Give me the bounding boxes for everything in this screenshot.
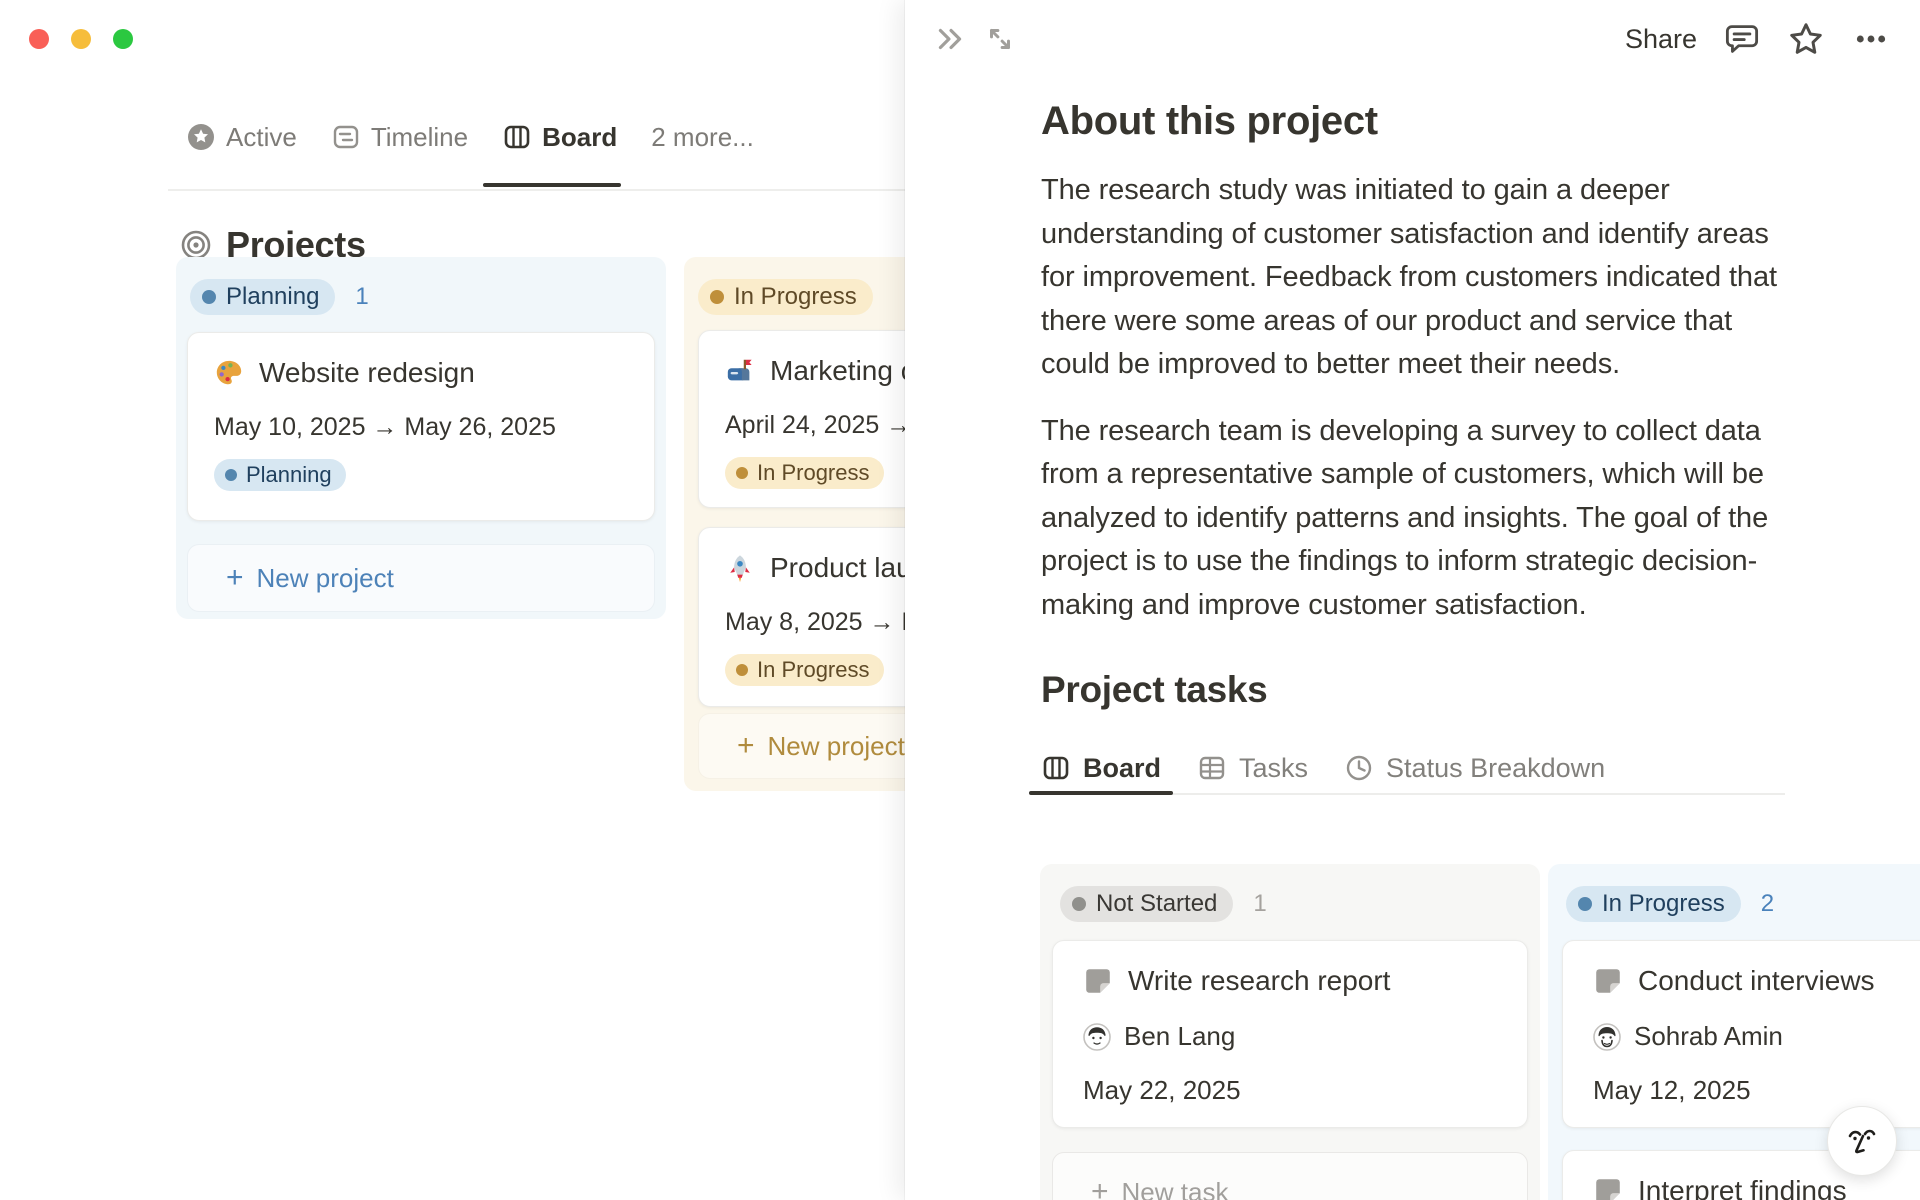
board-icon [502,122,532,152]
side-peek-panel: Share About this project The research st… [905,0,1920,1200]
tab-timeline-view[interactable]: Timeline [331,122,468,153]
tab-label: 2 more... [651,121,754,152]
card-title: Website redesign [259,357,475,388]
note-icon [1593,1176,1623,1200]
avatar-ben-lang [1083,1022,1111,1051]
minimize-window-button[interactable] [71,29,91,49]
card-title: Interpret findings [1638,1175,1847,1200]
new-task-button[interactable]: + New task [1052,1152,1528,1200]
database-view-tabs: Active Timeline Board 2 more... [186,113,754,161]
window-controls [29,29,133,49]
column-header[interactable]: In Progress 2 [1566,886,1775,923]
tab-board-view[interactable]: Board [1028,743,1174,795]
notion-ai-button[interactable] [1827,1106,1897,1176]
tab-label: Board [542,121,618,152]
favorite-star-icon[interactable] [1787,20,1825,58]
column-count: 1 [355,283,369,311]
card-title: Marketing c [770,355,915,386]
paragraph[interactable]: The research study was initiated to gain… [1041,169,1789,387]
status-dot [202,290,216,305]
tab-active-view[interactable]: Active [186,122,297,153]
status-dot [225,469,237,482]
status-dot [1072,897,1086,912]
mailbox-icon [725,356,755,386]
avatar-sohrab-amin [1593,1022,1621,1051]
star-circle-icon [186,122,216,152]
plus-icon: + [1091,1175,1109,1200]
tab-label: Timeline [370,121,469,152]
status-dot [710,290,724,305]
plus-icon: + [226,561,244,594]
board-column-planning: Planning 1 Website redesign May 10, 2025… [176,257,666,619]
card-title: Conduct interviews [1638,965,1875,996]
card-dates: May 10, 2025 → May 26, 2025 [214,413,556,441]
note-icon [1593,966,1623,996]
tasks-section-title[interactable]: Project tasks [1041,667,1789,713]
active-tab-underline [483,183,621,187]
status-dot [736,467,748,480]
peek-page-title[interactable]: About this project [1041,96,1789,146]
card-date: May 22, 2025 [1083,1075,1241,1105]
card-status-tag: In Progress [725,654,884,687]
zoom-window-button[interactable] [113,29,133,49]
tabs-divider [168,189,905,191]
assignee-name: Ben Lang [1124,1021,1236,1051]
column-header[interactable]: Not Started 1 [1060,886,1267,923]
project-card-website-redesign[interactable]: Website redesign May 10, 2025 → May 26, … [187,332,655,521]
task-card-write-research-report[interactable]: Write research report Ben Lang May 22, 2… [1052,940,1528,1128]
card-date: May 12, 2025 [1593,1075,1751,1105]
card-title: Write research report [1128,965,1391,996]
column-header[interactable]: Planning 1 [190,279,369,316]
status-tag-in-progress[interactable]: In Progress [698,279,873,316]
close-peek-chevrons-icon[interactable] [933,22,967,56]
column-header[interactable]: In Progress [698,279,873,316]
column-count: 2 [1760,890,1775,918]
rocket-icon [725,553,755,583]
notion-window: Active Timeline Board 2 more... Projects [0,0,1920,1200]
tasks-column-not-started: Not Started 1 Write research report Ben … [1040,864,1540,1200]
tab-tasks-view[interactable]: Tasks [1197,743,1308,793]
card-status-tag: Planning [214,459,346,492]
status-tag-in-progress[interactable]: In Progress [1566,886,1741,923]
status-tag-planning[interactable]: Planning [190,279,336,316]
tasks-board: Not Started 1 Write research report Ben … [1040,864,1920,1200]
card-status-tag: In Progress [725,457,884,490]
close-window-button[interactable] [29,29,49,49]
status-dot [1578,897,1592,912]
board-icon [1041,753,1071,783]
card-title: Product lau [770,552,912,583]
tab-label: Active [226,121,297,152]
note-icon [1083,966,1113,996]
clock-icon [1344,753,1374,783]
expand-to-page-icon[interactable] [983,22,1017,56]
tab-board-view[interactable]: Board [502,122,617,153]
more-options-icon[interactable] [1852,20,1890,58]
tab-more-views[interactable]: 2 more... [651,122,754,153]
notion-ai-face-icon [1842,1121,1882,1161]
palette-icon [214,358,244,388]
timeline-icon [331,122,361,152]
plus-icon: + [737,729,755,762]
assignee-name: Sohrab Amin [1634,1021,1783,1051]
status-dot [736,664,748,677]
tab-status-breakdown-view[interactable]: Status Breakdown [1344,743,1605,793]
table-icon [1197,753,1227,783]
paragraph[interactable]: The research team is developing a survey… [1041,410,1789,628]
task-card-conduct-interviews[interactable]: Conduct interviews Sohrab Amin May 12, 2… [1562,940,1920,1128]
column-count: 1 [1253,890,1267,918]
tasks-view-tabs: Board Tasks Status Breakdown [1028,743,1785,795]
new-project-button[interactable]: + New project [187,544,655,612]
status-tag-not-started[interactable]: Not Started [1060,886,1234,923]
